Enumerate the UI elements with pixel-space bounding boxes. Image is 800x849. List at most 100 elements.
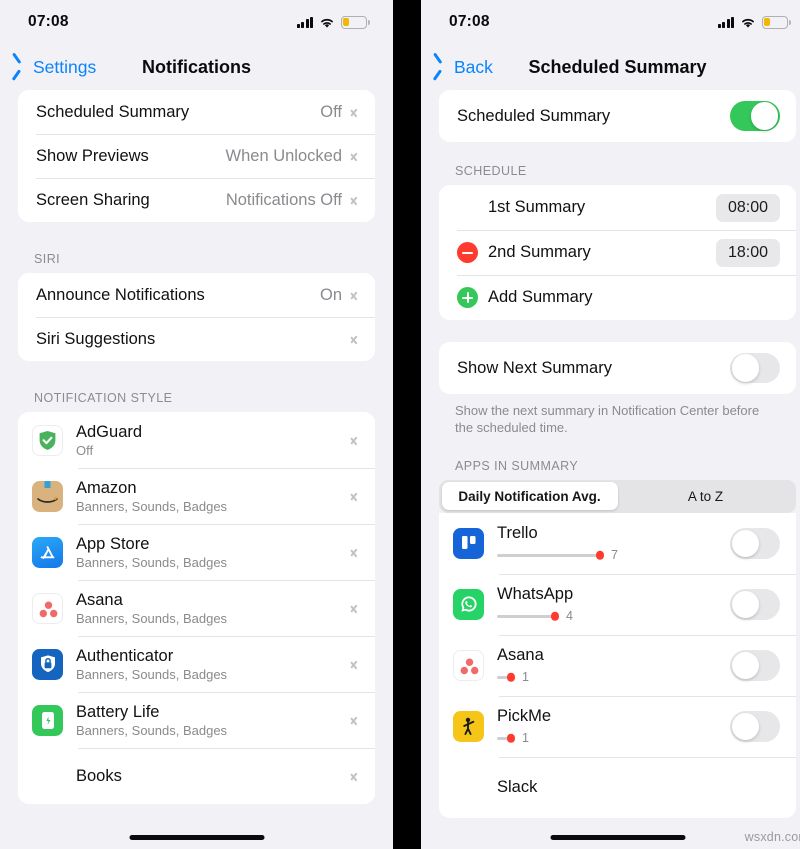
amazon-icon	[32, 480, 63, 512]
app-subtitle: Off	[76, 442, 94, 458]
status-time: 07:08	[28, 13, 69, 30]
segment-daily-notification-avg[interactable]: Daily Notification Avg.	[441, 482, 618, 511]
summary-app-row-asana[interactable]: Asana 1	[439, 634, 796, 696]
segment-a-to-z[interactable]: A to Z	[618, 482, 794, 510]
app-text: App Store Banners, Sounds, Badges	[76, 535, 351, 570]
back-button-settings[interactable]: Settings	[18, 57, 96, 78]
wifi-icon	[740, 16, 756, 28]
sort-segmented-control[interactable]: Daily Notification Avg. A to Z	[439, 479, 796, 513]
whatsapp-icon	[453, 588, 484, 620]
pickme-icon	[453, 710, 484, 742]
row-siri-suggestions[interactable]: Siri Suggestions	[18, 317, 375, 361]
time-value-1st[interactable]: 08:00	[715, 193, 780, 222]
app-text: AdGuard Off	[76, 423, 351, 458]
nav-bar-right: Back Scheduled Summary	[421, 44, 800, 90]
app-name: App Store	[76, 534, 150, 553]
section-header-schedule: SCHEDULE	[455, 164, 527, 178]
row-1st-summary[interactable]: 1st Summary 08:00	[439, 185, 796, 230]
cellular-bars-icon	[717, 16, 734, 28]
app-subtitle: Banners, Sounds, Badges	[76, 554, 228, 570]
app-text: Books	[76, 767, 351, 786]
summary-app-row-whatsapp[interactable]: WhatsApp 4	[439, 573, 796, 635]
notifications-settings-card: Scheduled Summary Off Show Previews When…	[18, 90, 375, 222]
app-name: Battery Life	[76, 702, 160, 721]
app-name: Amazon	[76, 478, 137, 497]
app-row-battery-life[interactable]: Battery Life Banners, Sounds, Badges	[18, 692, 375, 748]
trello-summary-switch[interactable]	[730, 528, 780, 559]
row-add-summary[interactable]: Add Summary	[439, 275, 796, 320]
row-announce-notifications[interactable]: Announce Notifications On	[18, 273, 375, 317]
back-button-label: Back	[454, 56, 493, 77]
whatsapp-summary-switch[interactable]	[730, 589, 780, 620]
app-row-asana[interactable]: Asana Banners, Sounds, Badges	[18, 580, 375, 636]
row-value: When Unlocked	[225, 146, 342, 165]
summary-app-row-pickme[interactable]: PickMe 1	[439, 695, 796, 757]
left-scroll-area[interactable]: Scheduled Summary Off Show Previews When…	[0, 90, 393, 849]
app-store-icon	[32, 536, 63, 568]
chevron-right-icon	[351, 288, 359, 302]
remove-summary-icon[interactable]	[457, 242, 478, 263]
app-name: Books	[76, 766, 122, 785]
summary-app-row-trello[interactable]: Trello 7	[439, 512, 796, 574]
notification-style-app-list: AdGuard Off Amazon Banners, Sounds, Badg…	[18, 412, 375, 804]
asana-icon	[453, 649, 484, 681]
row-2nd-summary[interactable]: 2nd Summary 18:00	[439, 230, 796, 275]
show-next-summary-footnote: Show the next summary in Notification Ce…	[455, 403, 760, 436]
status-indicators	[296, 15, 370, 29]
app-row-amazon[interactable]: Amazon Banners, Sounds, Badges	[18, 468, 375, 524]
app-text: Authenticator Banners, Sounds, Badges	[76, 647, 351, 682]
chevron-right-icon	[351, 713, 359, 727]
left-phone-screen: 07:08 Settings Notifications Scheduled S…	[0, 0, 393, 849]
app-subtitle: Banners, Sounds, Badges	[76, 610, 228, 626]
status-time: 07:08	[449, 13, 490, 30]
battery-low-icon	[341, 15, 370, 29]
app-row-adguard[interactable]: AdGuard Off	[18, 412, 375, 468]
chevron-right-icon	[351, 489, 359, 503]
chevron-right-icon	[351, 193, 359, 207]
daily-average-bar	[497, 673, 515, 682]
app-row-authenticator[interactable]: Authenticator Banners, Sounds, Badges	[18, 636, 375, 692]
bar-endpoint-dot	[506, 734, 515, 743]
daily-average-bar-wrap: 1	[497, 670, 720, 684]
summary-app-text: WhatsApp 4	[497, 585, 730, 623]
time-value-2nd[interactable]: 18:00	[715, 238, 780, 267]
asana-summary-switch[interactable]	[730, 650, 780, 681]
app-name: Authenticator	[76, 646, 174, 665]
row-label: Siri Suggestions	[36, 329, 156, 348]
app-row-partial[interactable]: Books	[18, 748, 375, 804]
app-name: WhatsApp	[497, 585, 574, 604]
row-label: Announce Notifications	[36, 285, 205, 304]
bar-endpoint-dot	[595, 551, 604, 560]
nav-bar-left: Settings Notifications	[0, 44, 393, 90]
add-summary-icon[interactable]	[457, 287, 478, 308]
app-name: Asana	[76, 590, 123, 609]
daily-average-count: 4	[566, 609, 573, 624]
row-label: 2nd Summary	[488, 243, 591, 261]
show-next-summary-switch[interactable]	[730, 352, 780, 384]
adguard-icon	[32, 424, 63, 456]
pickme-summary-switch[interactable]	[730, 711, 780, 742]
summary-app-row-partial[interactable]: Slack	[439, 756, 796, 818]
row-show-previews[interactable]: Show Previews When Unlocked	[18, 134, 375, 178]
app-name: Asana	[497, 646, 544, 665]
row-scheduled-summary[interactable]: Scheduled Summary Off	[18, 90, 375, 134]
row-screen-sharing[interactable]: Screen Sharing Notifications Off	[18, 178, 375, 222]
right-scroll-area[interactable]: Scheduled Summary SCHEDULE 1st Summary 0…	[421, 90, 800, 849]
partial-app-icon	[32, 761, 63, 792]
scheduled-summary-switch[interactable]	[730, 100, 780, 132]
app-subtitle: Banners, Sounds, Badges	[76, 722, 228, 738]
row-scheduled-summary-toggle[interactable]: Scheduled Summary	[439, 90, 796, 142]
back-button[interactable]: Back	[439, 57, 493, 78]
wifi-icon	[319, 16, 335, 28]
row-value: On	[319, 285, 342, 304]
summary-app-text: Asana 1	[497, 646, 730, 684]
watermark: wsxdn.com	[744, 830, 800, 844]
app-row-app-store[interactable]: App Store Banners, Sounds, Badges	[18, 524, 375, 580]
screen-divider	[393, 0, 407, 849]
daily-average-count: 1	[522, 731, 529, 746]
chevron-right-icon	[351, 601, 359, 615]
daily-average-bar	[497, 734, 515, 743]
row-show-next-summary[interactable]: Show Next Summary	[439, 342, 796, 394]
trello-icon	[453, 527, 484, 559]
